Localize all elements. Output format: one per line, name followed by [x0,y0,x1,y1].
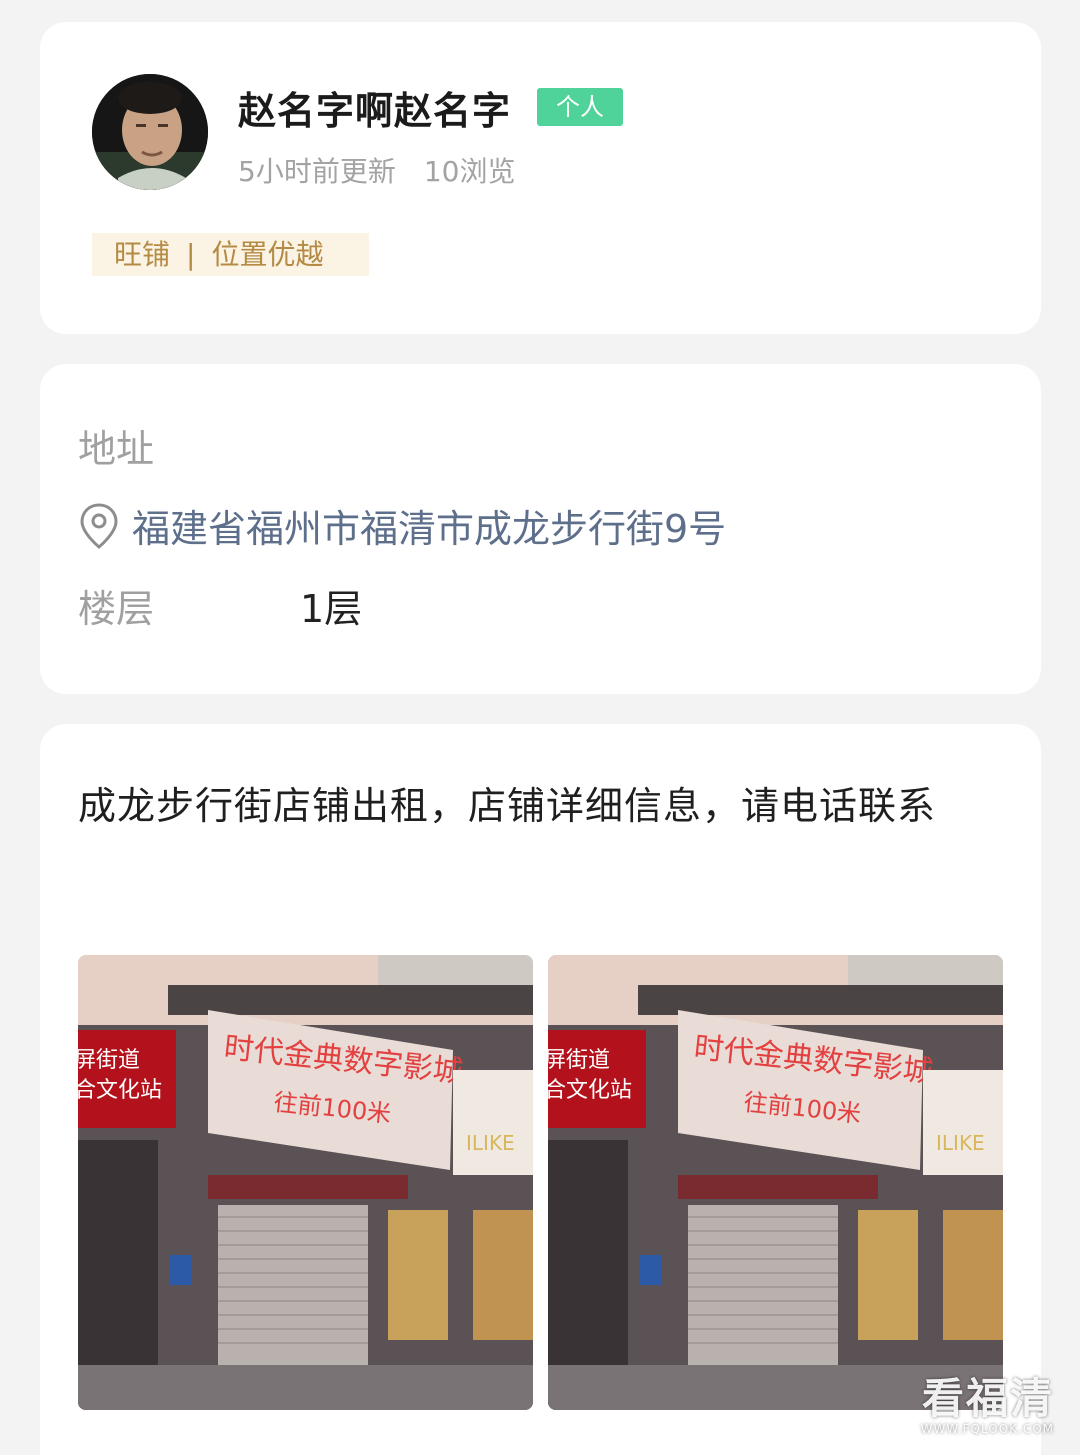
photo-sign-text: ILIKE [936,1131,985,1155]
floor-value: 1层 [300,587,363,631]
tag-item: 位置优越 [211,238,324,271]
photo-sign-text: 屏街道 [78,1048,140,1073]
location-pin-icon [78,502,120,550]
photo-sign-text: 合文化站 [548,1078,632,1103]
photo-sign-text: 合文化站 [78,1078,162,1103]
avatar[interactable] [92,74,208,190]
poster-type-badge: 个人 [537,88,623,126]
poster-meta: 5小时前更新 10浏览 [238,150,515,190]
floor-label: 楼层 [78,587,155,631]
watermark-url: WWW.FQLOOK.COM [920,1422,1054,1436]
photo-sign-text: 屏街道 [548,1048,610,1073]
tag-separator: | [186,238,196,271]
updated-time: 5小时前更新 [238,155,396,188]
address-text[interactable]: 福建省福州市福清市成龙步行街9号 [132,498,726,553]
poster-name: 赵名字啊赵名字 [238,89,512,133]
address-label: 地址 [78,427,155,471]
poster-card: 赵名字啊赵名字 个人 5小时前更新 10浏览 旺铺 | 位置优越 [40,22,1041,334]
address-card: 地址 福建省福州市福清市成龙步行街9号 楼层 1层 [40,364,1041,694]
tag-bar: 旺铺 | 位置优越 [92,233,369,276]
tag-item: 旺铺 [114,238,171,271]
shop-photo[interactable]: 屏街道 合文化站 时代金典数字影城 往前100米 ILIKE [548,955,1003,1410]
description-text: 成龙步行街店铺出租，店铺详细信息，请电话联系 [78,784,937,828]
photo-sign-text: ILIKE [466,1131,515,1155]
site-watermark: 看福清 WWW.FQLOOK.COM [920,1374,1054,1437]
view-count: 10浏览 [423,155,516,188]
shop-photo[interactable]: 屏街道 合文化站 时代金典数字影城 往前100米 ILIKE [78,955,533,1410]
watermark-logo-text: 看福清 [921,1374,1054,1423]
description-card: 成龙步行街店铺出租，店铺详细信息，请电话联系 屏街道 合文化站 时代金典数字影城… [40,724,1041,1455]
